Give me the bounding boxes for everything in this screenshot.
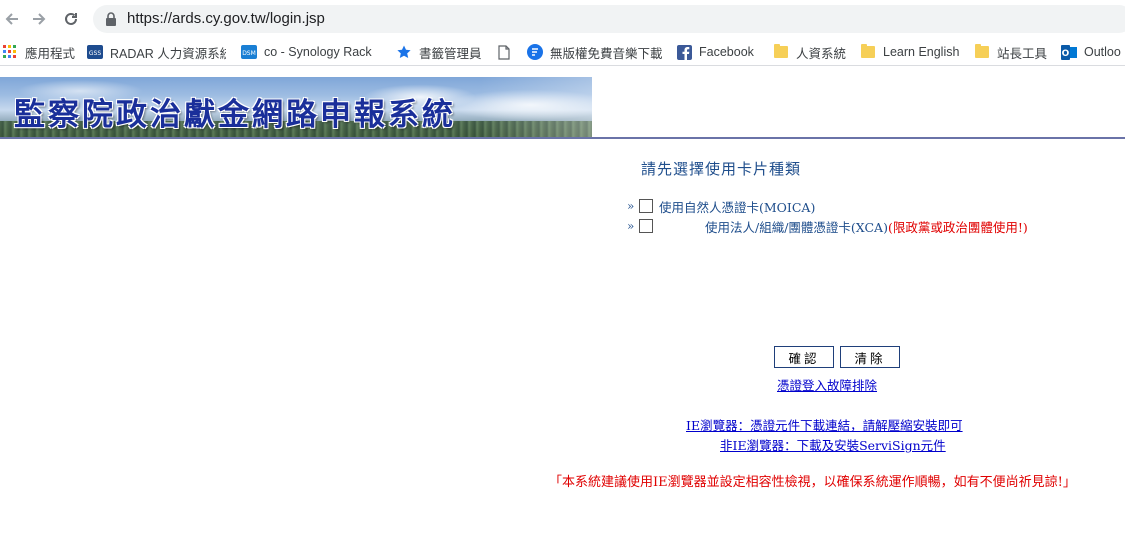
- forward-button[interactable]: [27, 7, 51, 31]
- moica-checkbox[interactable]: [639, 199, 653, 213]
- star-icon: [396, 44, 412, 60]
- option-arrow: »: [627, 199, 635, 213]
- option-arrow: »: [627, 219, 635, 233]
- facebook-icon: [676, 44, 692, 60]
- back-button[interactable]: [0, 7, 24, 31]
- bookmark-apps[interactable]: 應用程式: [2, 42, 75, 62]
- svg-text:GSS: GSS: [89, 50, 101, 57]
- url-text: https://ards.cy.gov.tw/login.jsp: [127, 10, 325, 27]
- music-icon: [527, 44, 543, 60]
- bookmark-free-music[interactable]: 無版權免費音樂下載: [527, 42, 663, 62]
- reload-icon: [65, 12, 77, 25]
- page-heading: 請先選擇使用卡片種類: [641, 160, 802, 178]
- folder-icon: [974, 44, 990, 60]
- bookmark-facebook[interactable]: Facebook: [676, 42, 754, 62]
- bookmarks-bar: 應用程式 GSS RADAR 人力資源系統 DSM co - Synology …: [0, 38, 1125, 66]
- dsm-icon: DSM: [241, 44, 257, 60]
- bookmark-radar[interactable]: GSS RADAR 人力資源系統: [87, 42, 226, 62]
- bookmark-outlook[interactable]: O Outloo: [1061, 42, 1121, 62]
- address-bar[interactable]: https://ards.cy.gov.tw/login.jsp: [93, 5, 1125, 33]
- option-xca: » 使用法人/組織/團體憑證卡(XCA) (限政黨或政治團體使用!): [627, 217, 1028, 235]
- troubleshoot-link[interactable]: 憑證登入故障排除: [777, 375, 877, 394]
- reload-button[interactable]: [59, 7, 83, 31]
- bookmark-synology[interactable]: DSM co - Synology Rack: [241, 42, 372, 62]
- bookmark-hr-system[interactable]: 人資系統: [773, 42, 846, 62]
- xca-label: 使用法人/組織/團體憑證卡(XCA): [705, 219, 888, 235]
- page-icon: [496, 44, 512, 60]
- browser-notice: 「本系統建議使用IE瀏覽器並設定相容性檢視，以確保系統運作順暢，如有不便尚祈見諒…: [549, 475, 1076, 490]
- banner-title: 監察院政治獻金網路申報系統: [14, 97, 456, 133]
- outlook-icon: O: [1061, 44, 1077, 60]
- site-banner: 監察院政治獻金網路申報系統: [0, 77, 1125, 139]
- apps-grid-icon: [2, 44, 18, 60]
- bookmark-learn-english[interactable]: Learn English: [860, 42, 959, 62]
- folder-icon: [773, 44, 789, 60]
- folder-icon: [860, 44, 876, 60]
- forward-arrow-icon: [33, 13, 46, 25]
- browser-toolbar: https://ards.cy.gov.tw/login.jsp: [0, 0, 1125, 38]
- clear-button[interactable]: 清除: [840, 346, 900, 368]
- bookmark-page[interactable]: [496, 42, 519, 62]
- bookmark-manager[interactable]: 書籤管理員: [396, 42, 482, 62]
- confirm-button[interactable]: 確認: [774, 346, 834, 368]
- xca-checkbox[interactable]: [639, 219, 653, 233]
- servisign-download-link[interactable]: 非IE瀏覽器：下載及安裝ServiSign元件: [720, 435, 946, 454]
- moica-label: 使用自然人憑證卡(MOICA): [659, 199, 816, 215]
- option-moica: » 使用自然人憑證卡(MOICA): [627, 197, 815, 215]
- back-arrow-icon: [5, 13, 18, 25]
- svg-text:DSM: DSM: [242, 50, 256, 57]
- ie-component-download-link[interactable]: IE瀏覽器：憑證元件下載連結，請解壓縮安裝即可: [686, 415, 963, 434]
- svg-text:O: O: [1062, 49, 1070, 59]
- bookmark-webmaster-tools[interactable]: 站長工具: [974, 42, 1047, 62]
- gss-icon: GSS: [87, 44, 103, 60]
- xca-warning: (限政黨或政治團體使用!): [887, 219, 1028, 235]
- lock-icon: [106, 12, 116, 26]
